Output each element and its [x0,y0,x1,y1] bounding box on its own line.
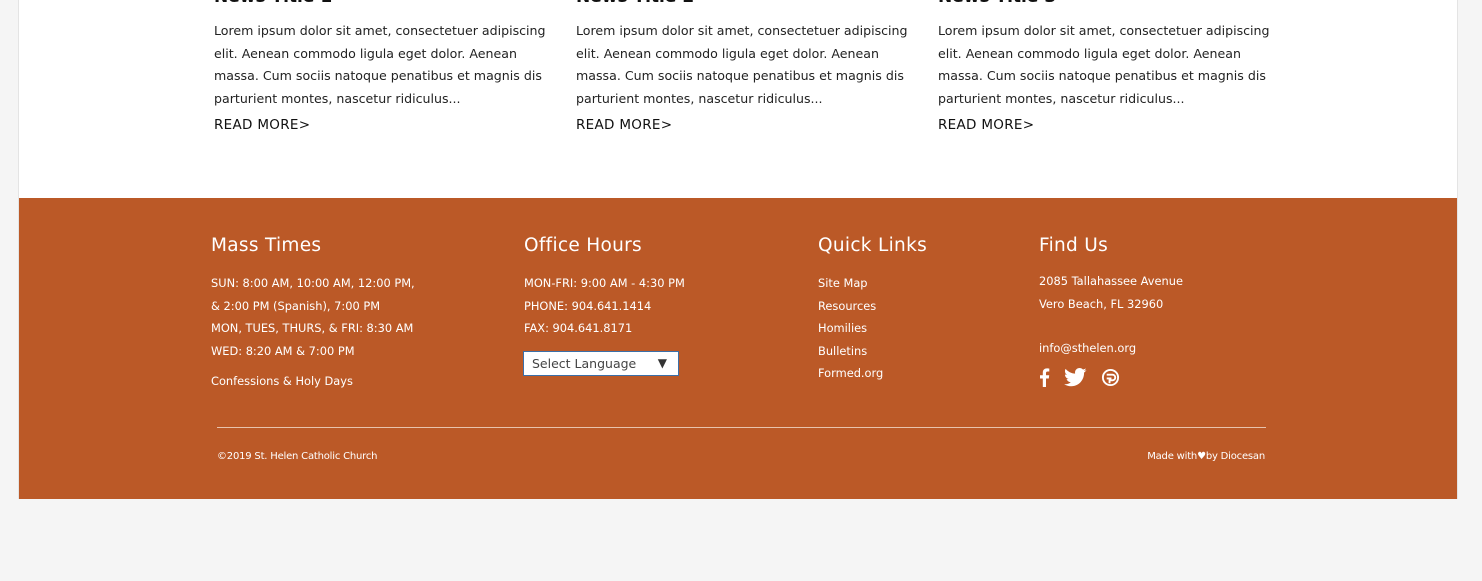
mass-times-column: Mass Times SUN: 8:00 AM, 10:00 AM, 12:00… [211,234,415,393]
address-line: Vero Beach, FL 32960 [1039,296,1164,311]
twitter-icon[interactable] [1064,368,1087,391]
mass-times-heading: Mass Times [211,235,322,256]
copyright-text: ©2019 St. Helen Catholic Church [217,451,378,462]
quick-links-heading: Quick Links [818,235,928,256]
find-us-column: Find Us 2085 Tallahassee Avenue Vero Bea… [1039,234,1183,360]
mass-times-line: SUN: 8:00 AM, 10:00 AM, 12:00 PM, [211,276,415,290]
news-section: News Title 1 Lorem ipsum dolor sit amet,… [19,0,1457,198]
chevron-down-icon: ▼ [657,356,667,370]
facebook-icon[interactable] [1039,368,1050,391]
read-more-link[interactable]: READ MORE> [576,116,932,134]
office-hours-column: Office Hours MON-FRI: 9:00 AM - 4:30 PM … [524,234,685,340]
email-link[interactable]: info@sthelen.org [1039,337,1183,360]
address-line: 2085 Tallahassee Avenue [1039,274,1183,288]
language-select-label: Select Language [532,356,637,371]
find-us-heading: Find Us [1039,235,1109,256]
news-title[interactable]: News Title 1 [214,0,570,8]
news-item: News Title 1 Lorem ipsum dolor sit amet,… [214,0,570,134]
made-with-prefix: Made with [1147,451,1198,462]
office-hours-heading: Office Hours [524,235,642,256]
heart-icon: ♥ [1197,451,1206,462]
quick-link-formed[interactable]: Formed.org [818,362,927,385]
news-title[interactable]: News Title 2 [576,0,932,8]
news-item: News Title 2 Lorem ipsum dolor sit amet,… [576,0,932,134]
social-icons [1039,368,1120,391]
site-footer: Mass Times SUN: 8:00 AM, 10:00 AM, 12:00… [19,198,1457,499]
confessions-link[interactable]: Confessions & Holy Days [211,370,415,393]
news-excerpt: Lorem ipsum dolor sit amet, consectetuer… [938,23,1270,106]
quick-link-resources[interactable]: Resources [818,295,927,318]
language-select[interactable]: Select Language ▼ [523,351,679,376]
mass-times-line: WED: 8:20 AM & 7:00 PM [211,343,355,358]
page-container: News Title 1 Lorem ipsum dolor sit amet,… [18,0,1458,499]
news-title[interactable]: News Title 3 [938,0,1294,8]
quick-link-bulletins[interactable]: Bulletins [818,340,927,363]
news-item: News Title 3 Lorem ipsum dolor sit amet,… [938,0,1294,134]
office-hours-line: MON-FRI: 9:00 AM - 4:30 PM [524,276,685,290]
news-excerpt: Lorem ipsum dolor sit amet, consectetuer… [576,23,908,106]
quick-link-homilies[interactable]: Homilies [818,317,927,340]
read-more-link[interactable]: READ MORE> [938,116,1294,134]
read-more-link[interactable]: READ MORE> [214,116,570,134]
fax-number: FAX: 904.641.8171 [524,321,633,336]
made-with-suffix: by Diocesan [1205,451,1265,462]
mass-times-line: MON, TUES, THURS, & FRI: 8:30 AM [211,321,414,336]
news-excerpt: Lorem ipsum dolor sit amet, consectetuer… [214,23,546,106]
mass-times-line: & 2:00 PM (Spanish), 7:00 PM [211,298,381,313]
formed-icon[interactable] [1101,368,1120,391]
footer-divider [217,427,1266,428]
quick-link-site-map[interactable]: Site Map [818,272,927,295]
phone-number: PHONE: 904.641.1414 [524,298,652,313]
quick-links-column: Quick Links Site Map Resources Homilies … [818,234,927,385]
made-with-credit[interactable]: Made with♥by Diocesan [1147,451,1265,462]
